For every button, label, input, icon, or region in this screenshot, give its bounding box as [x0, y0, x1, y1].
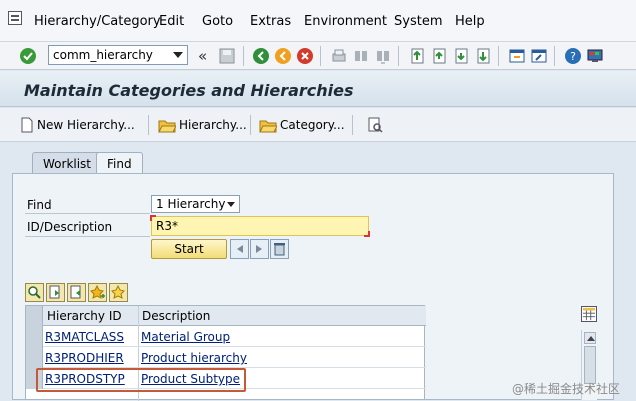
row-selector[interactable] [26, 347, 43, 368]
tab-worklist[interactable]: Worklist [32, 152, 103, 174]
menu-bar: Hierarchy/Category Edit Goto Extras Envi… [0, 0, 636, 42]
details-button[interactable] [25, 283, 44, 302]
column-header-hierarchy-id[interactable]: Hierarchy ID [47, 309, 122, 323]
toolbar-separator [320, 46, 321, 66]
start-button[interactable]: Start [151, 239, 227, 259]
command-field[interactable]: comm_hierarchy [48, 45, 188, 65]
menu-edit[interactable]: Edit [159, 14, 184, 29]
menu-system[interactable]: System [394, 14, 442, 29]
command-field-value: comm_hierarchy [53, 48, 153, 62]
category-label: Category... [280, 118, 345, 132]
generate-shortcut-icon[interactable] [530, 47, 548, 65]
find-type-select[interactable]: 1 Hierarchy [151, 195, 240, 213]
delete-button[interactable] [270, 239, 289, 259]
row-selector[interactable] [26, 326, 43, 347]
system-menu-icon[interactable] [8, 11, 22, 25]
cancel-icon[interactable] [296, 47, 314, 65]
print-icon[interactable] [330, 47, 348, 65]
id-description-value: R3* [156, 219, 178, 233]
toolbar-separator [148, 115, 149, 135]
column-header-description[interactable]: Description [142, 309, 210, 323]
previous-page-icon[interactable] [430, 47, 448, 65]
toolbar-separator [243, 46, 244, 66]
scroll-thumb[interactable] [584, 346, 596, 384]
chevron-down-icon[interactable] [173, 52, 183, 58]
menu-help[interactable]: Help [455, 14, 485, 29]
find-type-value: 1 Hierarchy [156, 197, 226, 211]
last-page-icon[interactable] [474, 47, 492, 65]
first-page-icon[interactable] [408, 47, 426, 65]
document-arrow-icon [49, 285, 60, 299]
star-plus-icon [90, 284, 105, 299]
id-description-input[interactable]: R3* [150, 215, 370, 237]
open-hierarchy-button[interactable]: Hierarchy... [158, 117, 247, 133]
menu-extras[interactable]: Extras [250, 14, 291, 29]
svg-text:?: ? [570, 50, 576, 63]
grid-header: Hierarchy ID Description [26, 306, 426, 326]
standard-toolbar: comm_hierarchy « ? [0, 42, 636, 70]
create-session-icon[interactable] [508, 47, 526, 65]
watermark-text: @稀土掘金技术社区 [512, 382, 621, 396]
magnifier-icon [28, 286, 41, 299]
field-underline [25, 213, 150, 214]
toolbar-separator [250, 115, 251, 135]
enter-checkmark-icon[interactable] [19, 47, 37, 65]
select-all-cell[interactable] [26, 306, 43, 326]
new-document-icon [21, 117, 33, 133]
open-folder-icon [259, 120, 277, 133]
toolbar-separator [398, 46, 399, 66]
toolbar-separator [352, 115, 353, 135]
sort-descending-button[interactable] [67, 283, 86, 302]
open-category-button[interactable]: Category... [259, 117, 345, 133]
row-highlight-box [36, 368, 246, 392]
arrow-left-icon [237, 245, 243, 253]
save-icon[interactable] [218, 47, 236, 65]
toolbar-separator [554, 46, 555, 66]
new-hierarchy-label: New Hierarchy... [37, 118, 135, 132]
trash-icon [274, 243, 285, 256]
field-underline [25, 236, 150, 237]
description-link[interactable]: Material Group [141, 330, 230, 344]
application-toolbar: New Hierarchy... Hierarchy... Category..… [0, 108, 636, 142]
document-arrow-icon [70, 285, 81, 299]
back-arrows-icon[interactable]: « [198, 47, 207, 65]
sort-ascending-button[interactable] [46, 283, 65, 302]
menu-goto[interactable]: Goto [202, 14, 233, 29]
back-icon[interactable] [252, 47, 270, 65]
id-description-label: ID/Description [27, 220, 113, 234]
arrow-right-icon [256, 245, 262, 253]
tab-find[interactable]: Find [96, 152, 143, 174]
exit-icon[interactable] [274, 47, 292, 65]
customize-layout-icon[interactable] [586, 47, 604, 65]
hierarchy-id-link[interactable]: R3MATCLASS [45, 330, 124, 344]
menu-environment[interactable]: Environment [304, 14, 387, 29]
add-favorite-button[interactable] [88, 283, 107, 302]
open-folder-icon [158, 120, 176, 133]
chevron-down-icon[interactable] [227, 202, 235, 207]
menu-hierarchy-category[interactable]: Hierarchy/Category [34, 14, 161, 29]
hierarchy-label: Hierarchy... [179, 118, 247, 132]
table-row[interactable]: R3MATCLASS Material Group [26, 326, 426, 347]
help-icon[interactable]: ? [564, 47, 582, 65]
find-label: Find [27, 198, 52, 212]
title-bar: Maintain Categories and Hierarchies [0, 71, 636, 107]
scroll-up-button[interactable] [584, 332, 596, 344]
find-icon[interactable] [352, 47, 370, 65]
favorite-button[interactable] [109, 283, 128, 302]
where-used-icon[interactable] [366, 116, 384, 134]
description-link[interactable]: Product hierarchy [141, 351, 247, 365]
table-row[interactable]: R3PRODHIER Product hierarchy [26, 347, 426, 368]
page-title: Maintain Categories and Hierarchies [24, 81, 354, 100]
hierarchy-id-link[interactable]: R3PRODHIER [45, 351, 124, 365]
new-hierarchy-button[interactable]: New Hierarchy... [20, 117, 135, 133]
grid-layout-icon[interactable] [581, 306, 597, 322]
find-next-icon[interactable] [374, 47, 392, 65]
next-page-icon[interactable] [452, 47, 470, 65]
previous-arrow-button[interactable] [230, 239, 249, 259]
toolbar-separator [498, 46, 499, 66]
star-icon [111, 284, 125, 299]
next-arrow-button[interactable] [250, 239, 269, 259]
